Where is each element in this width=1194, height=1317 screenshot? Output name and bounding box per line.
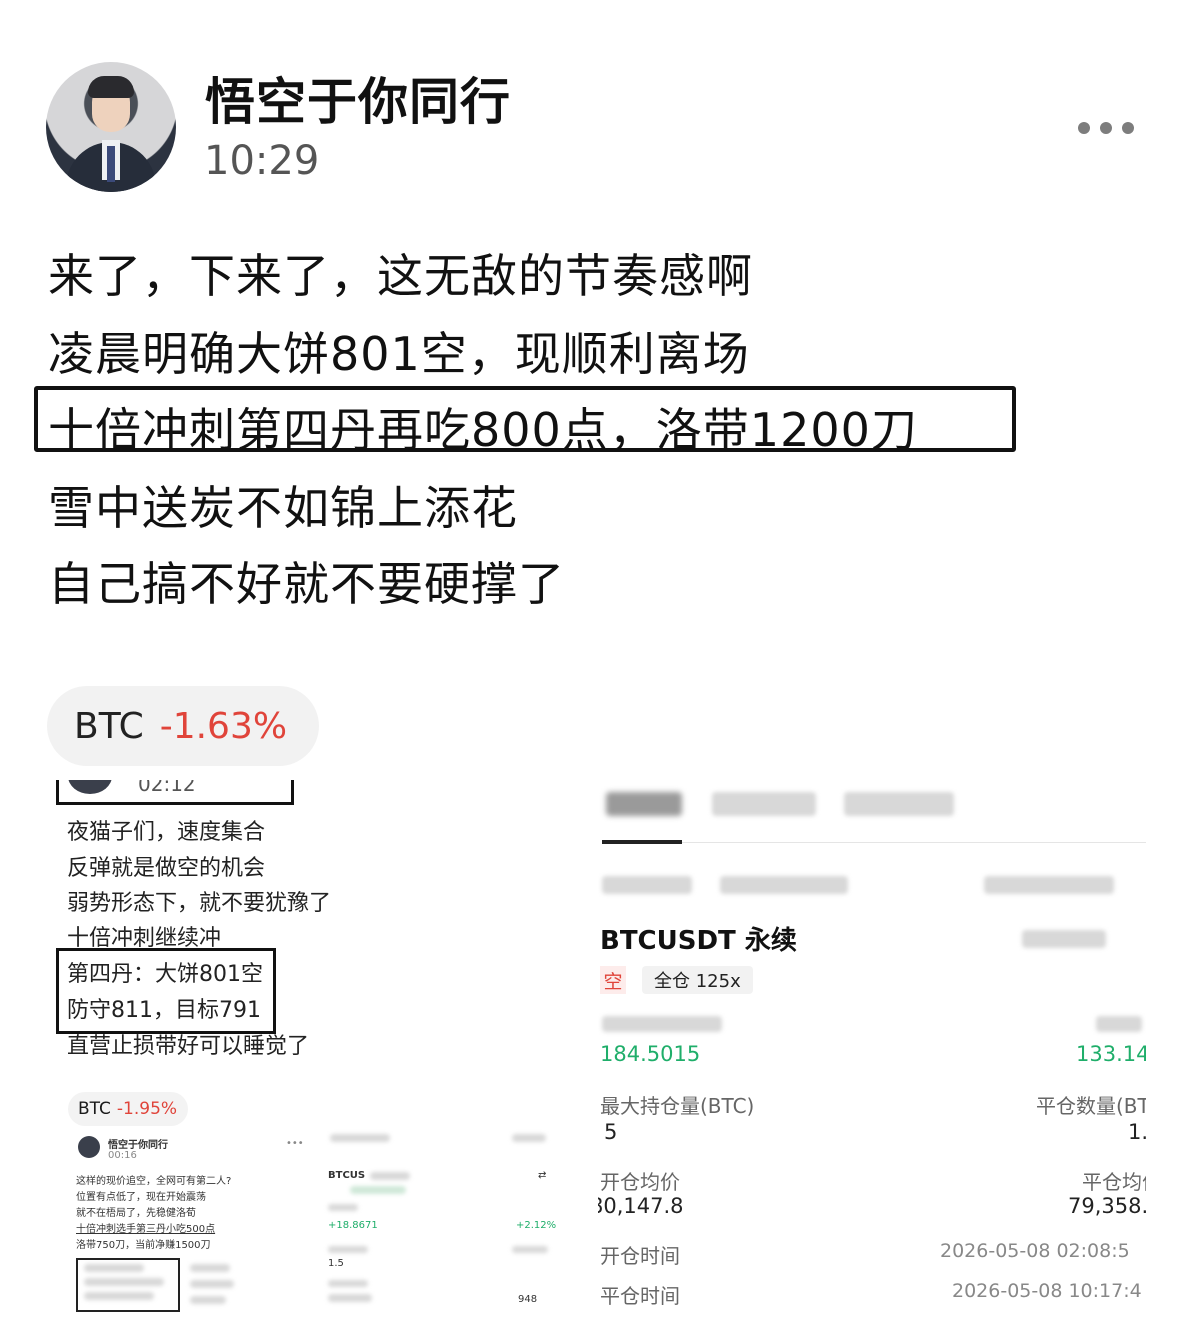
nested-qty: 1.5 [328, 1258, 344, 1269]
post-time: 10:29 [204, 138, 320, 184]
nested-line: 反弹就是做空的机会 [67, 856, 266, 881]
blurred-text [370, 1172, 410, 1180]
post-line: 来了，下来了，这无敌的节奏感啊 [48, 249, 753, 303]
blurred-text [190, 1264, 230, 1272]
blurred-text [330, 1134, 390, 1142]
tab-divider [602, 842, 1146, 843]
nested-line: 洛带750刀，当前净赚1500刀 [76, 1240, 211, 1251]
nested-ticker-symbol: BTC [78, 1099, 111, 1119]
position-pair: BTCUSDT 永续 [600, 926, 797, 956]
blurred-text [512, 1134, 546, 1142]
nested-pct: +2.12% [516, 1220, 557, 1231]
side-badge: 空 [600, 966, 626, 994]
blurred-text [190, 1296, 226, 1304]
close-avg-value: 79,358. [1068, 1194, 1146, 1218]
blurred-tab [606, 792, 682, 816]
open-time-label: 开仓时间 [600, 1244, 680, 1268]
ticker-symbol: BTC [74, 705, 144, 747]
avatar[interactable] [46, 62, 176, 192]
close-avg-label: 平仓均价 [1082, 1170, 1146, 1194]
leverage-badge: 全仓 125x [642, 966, 753, 994]
dot-icon [1100, 122, 1112, 134]
blurred-text [720, 876, 848, 894]
more-options-icon[interactable] [1078, 118, 1142, 138]
blurred-text [350, 1186, 406, 1194]
blurred-text [328, 1204, 358, 1211]
blurred-tab [712, 792, 816, 816]
nested-line: 十倍冲刺选手第三丹小吃500点 [76, 1224, 216, 1235]
attached-image-left[interactable]: 02:12 夜猫子们，速度集合 反弹就是做空的机会 弱势形态下，就不要犹豫了 十… [50, 780, 570, 1315]
more-options-icon: ••• [286, 1138, 304, 1149]
dot-icon [1122, 122, 1134, 134]
nested-line: 弱势形态下，就不要犹豫了 [67, 891, 332, 916]
post-line-highlighted: 十倍冲刺第四丹再吃800点，洛带1200刀 [48, 403, 918, 457]
blurred-text [328, 1246, 368, 1253]
dot-icon [1078, 122, 1090, 134]
blurred-text [190, 1280, 234, 1288]
blurred-text [84, 1278, 164, 1286]
nested-line: 就不在梧局了，先稳健洛荀 [76, 1208, 196, 1219]
post-line: 雪中送炭不如锦上添花 [48, 481, 518, 535]
pnl-value: 184.5015 [600, 1042, 701, 1066]
nested-line: 这样的现价追空，全网可有第二人? [76, 1176, 232, 1187]
post-line: 凌晨明确大饼801空，现顺利离场 [48, 327, 750, 381]
share-icon: ⇄ [538, 1170, 547, 1181]
nested-value: 948 [518, 1294, 538, 1305]
avatar-tie [107, 146, 115, 182]
blurred-text [512, 1246, 548, 1253]
nested-line: 直营止损带好可以睡觉了 [67, 1034, 310, 1059]
close-qty-label: 平仓数量(BTC [1036, 1094, 1146, 1118]
author-name[interactable]: 悟空于你同行 [205, 62, 511, 134]
blurred-text [84, 1292, 154, 1300]
nested-line: 夜猫子们，速度集合 [67, 820, 266, 845]
attached-image-right[interactable]: BTCUSDT 永续 空 全仓 125x 184.5015 133.14 最大持… [598, 770, 1146, 1317]
nested-avatar [78, 1136, 100, 1158]
nested-line: 第四丹：大饼801空 [67, 962, 263, 987]
post-line: 自己搞不好就不要硬撑了 [48, 557, 565, 611]
max-position-label: 最大持仓量(BTC) [600, 1094, 755, 1118]
open-avg-value: 80,147.8 [598, 1194, 684, 1218]
blurred-text [84, 1264, 144, 1272]
highlight-box [56, 780, 294, 805]
nested-time: 00:16 [108, 1150, 137, 1161]
nested-line: 位置有点低了，现在开始震荡 [76, 1192, 206, 1203]
blurred-tab [844, 792, 954, 816]
close-time-label: 平仓时间 [600, 1284, 680, 1308]
blurred-label [602, 1016, 722, 1032]
nested-ticker-pill: BTC -1.95% [68, 1092, 188, 1126]
blurred-text [984, 876, 1114, 894]
blurred-text [328, 1294, 372, 1302]
avatar-hair [88, 76, 134, 98]
blurred-text [602, 876, 692, 894]
open-avg-label: 开仓均价 [600, 1170, 680, 1194]
close-qty-value: 1. [1128, 1120, 1146, 1144]
tab-underline [602, 840, 682, 844]
nested-ticker-change: -1.95% [116, 1099, 178, 1119]
max-position-value: 5 [604, 1120, 618, 1144]
roi-value: 133.14 [1076, 1042, 1146, 1066]
nested-pair: BTCUS [328, 1170, 366, 1181]
nested-line: 防守811，目标791 [67, 998, 261, 1023]
blurred-text [328, 1280, 368, 1287]
nested-pnl: +18.8671 [328, 1220, 378, 1231]
blurred-label [1096, 1016, 1142, 1032]
close-time-value: 2026-05-08 10:17:4 [952, 1280, 1142, 1302]
nested-author: 悟空于你同行 [108, 1140, 168, 1151]
blurred-text [1022, 930, 1106, 948]
ticker-pill[interactable]: BTC -1.63% [47, 686, 319, 766]
ticker-change: -1.63% [159, 705, 288, 747]
open-time-value: 2026-05-08 02:08:5 [940, 1240, 1130, 1262]
